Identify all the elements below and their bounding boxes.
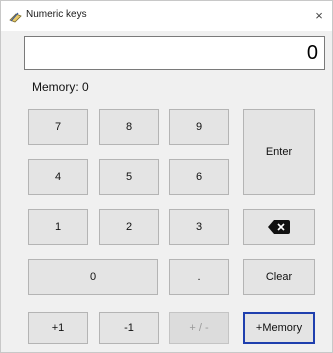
- minus-one-button[interactable]: -1: [99, 312, 159, 344]
- key-1[interactable]: 1: [28, 209, 88, 245]
- memory-label: Memory: 0: [32, 80, 89, 94]
- key-5[interactable]: 5: [99, 159, 159, 195]
- decimal-point-button[interactable]: .: [169, 259, 229, 295]
- key-0[interactable]: 0: [28, 259, 158, 295]
- clear-button[interactable]: Clear: [243, 259, 315, 295]
- key-2[interactable]: 2: [99, 209, 159, 245]
- close-icon[interactable]: ×: [310, 7, 328, 25]
- key-3[interactable]: 3: [169, 209, 229, 245]
- backspace-icon: [268, 220, 290, 234]
- toggle-sign-button[interactable]: + / -: [169, 312, 229, 344]
- pen-tablet-icon: [9, 10, 22, 23]
- key-9[interactable]: 9: [169, 109, 229, 145]
- backspace-button[interactable]: [243, 209, 315, 245]
- numeric-keys-window: Numeric keys × 0 Memory: 0 7 8 9 Enter 4…: [0, 0, 333, 353]
- key-6[interactable]: 6: [169, 159, 229, 195]
- enter-button[interactable]: Enter: [243, 109, 315, 195]
- key-8[interactable]: 8: [99, 109, 159, 145]
- title-bar[interactable]: Numeric keys ×: [1, 1, 332, 31]
- window-title: Numeric keys: [26, 9, 87, 20]
- key-7[interactable]: 7: [28, 109, 88, 145]
- key-4[interactable]: 4: [28, 159, 88, 195]
- value-display[interactable]: 0: [24, 36, 325, 70]
- plus-one-button[interactable]: +1: [28, 312, 88, 344]
- add-memory-button[interactable]: +Memory: [243, 312, 315, 344]
